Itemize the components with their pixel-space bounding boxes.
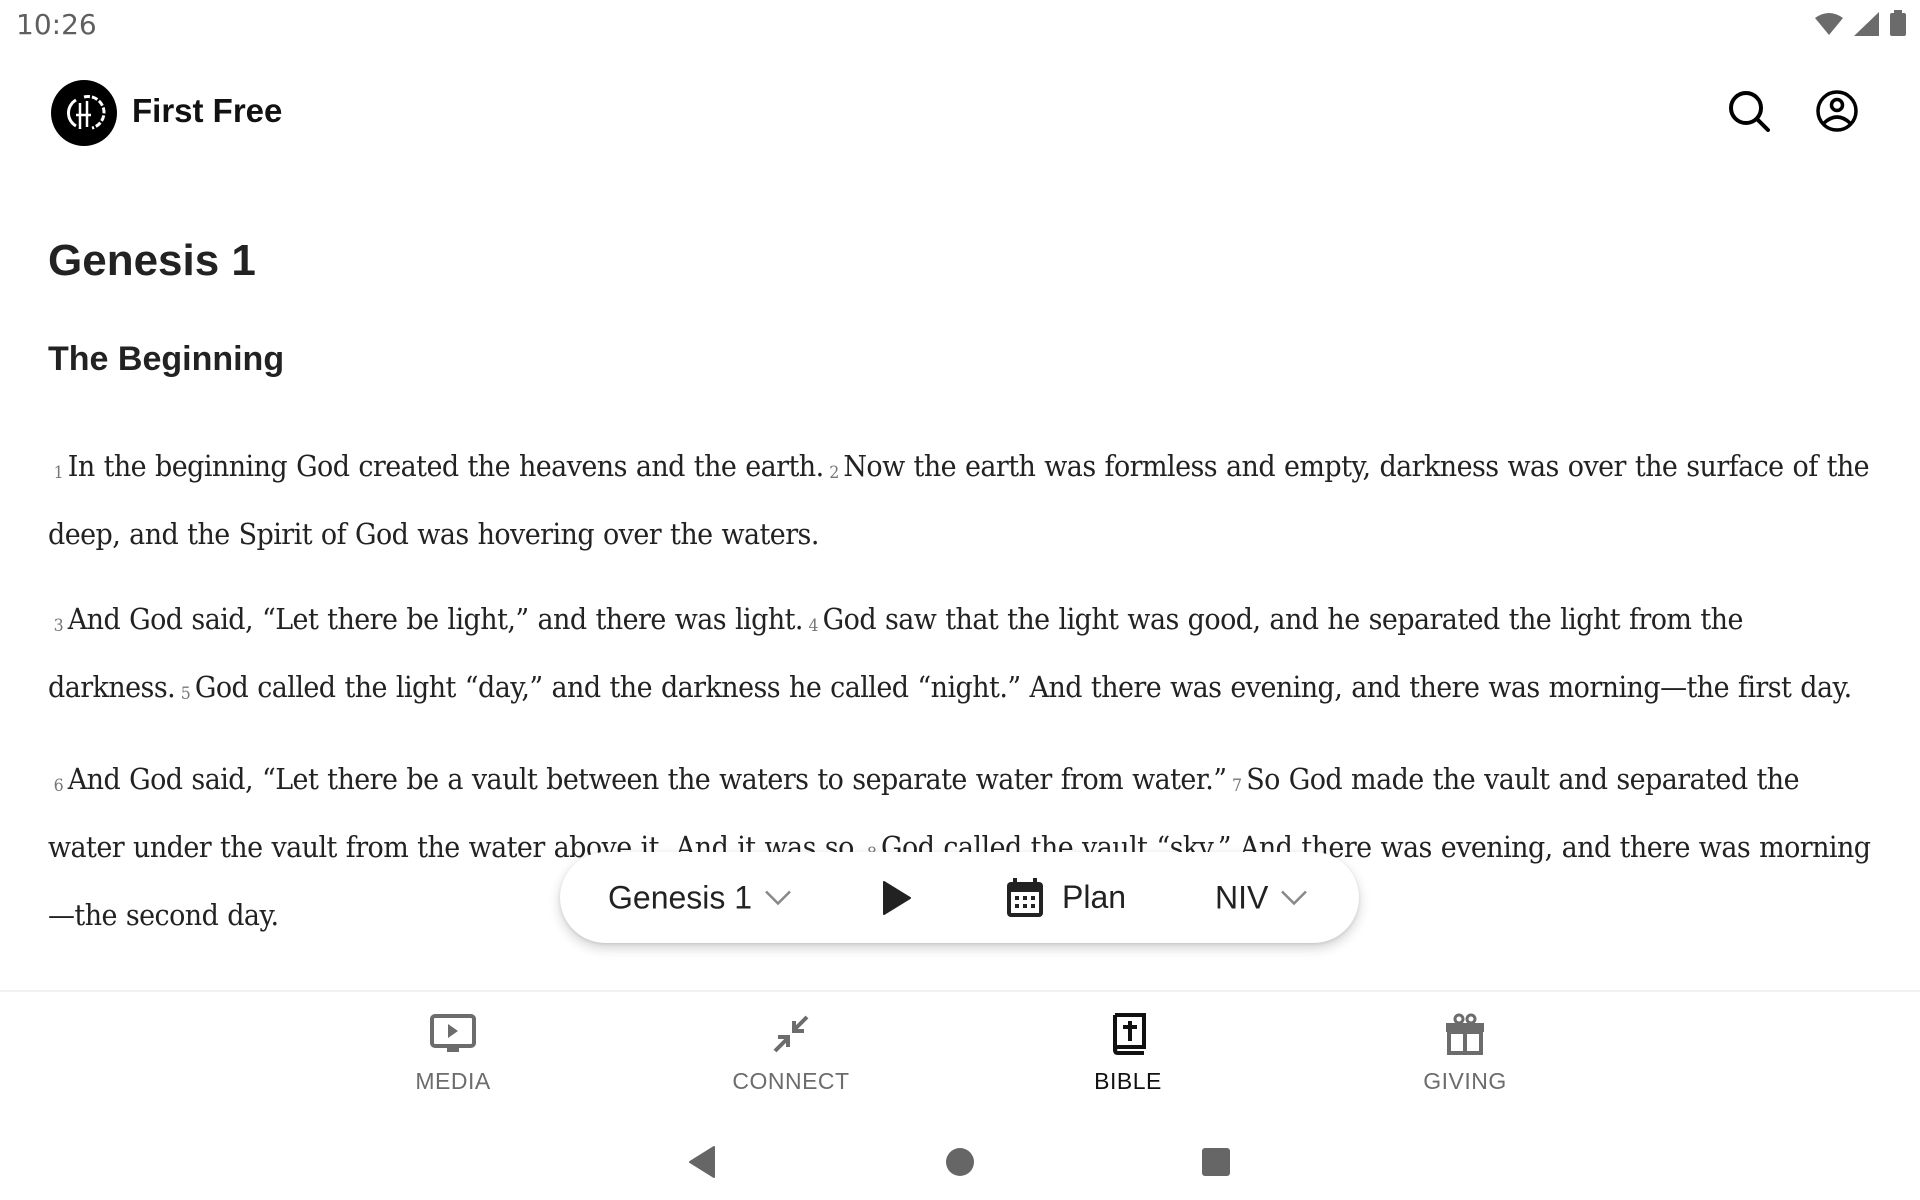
chapter-title: Genesis 1	[48, 236, 256, 285]
church-logo[interactable]	[51, 80, 117, 146]
verse-number: 7	[1232, 776, 1242, 796]
gift-icon	[1446, 1013, 1484, 1055]
section-title: The Beginning	[48, 340, 285, 378]
nav-label-connect: CONNECT	[732, 1068, 850, 1094]
verse-text[interactable]: In the beginning God created the heavens…	[68, 449, 824, 483]
plan-label: Plan	[1062, 879, 1127, 915]
nav-label-media: MEDIA	[415, 1068, 491, 1094]
verse-number: 6	[53, 776, 64, 796]
system-back-button[interactable]	[672, 1132, 732, 1192]
verse-text[interactable]: God called the light “day,” and the dark…	[195, 670, 1852, 704]
play-icon	[883, 880, 911, 915]
logo-icon	[66, 95, 106, 130]
calendar-icon	[1007, 877, 1043, 917]
status-bar: 10:26	[0, 0, 1920, 50]
cell-signal-icon	[1854, 12, 1879, 36]
back-triangle-icon	[689, 1146, 715, 1178]
verse-number: 5	[180, 684, 191, 704]
bottom-nav: MEDIA CONNECT BIBLE GIVING	[0, 990, 1920, 1098]
app-title: First Free	[132, 92, 283, 129]
system-recents-button[interactable]	[1186, 1132, 1246, 1192]
verse-number: 1	[53, 463, 64, 483]
verse-text[interactable]: And God said, “Let there be a vault betw…	[68, 762, 1227, 796]
nav-label-giving: GIVING	[1423, 1068, 1507, 1094]
verse-number: 4	[808, 616, 819, 636]
nav-tab-connect[interactable]: CONNECT	[691, 992, 891, 1100]
play-button[interactable]	[882, 880, 912, 915]
header-actions	[1726, 88, 1860, 134]
system-home-button[interactable]	[930, 1132, 990, 1192]
verse-number: 2	[829, 463, 839, 483]
wifi-icon	[1815, 13, 1843, 35]
search-button[interactable]	[1726, 88, 1772, 134]
nav-label-bible: BIBLE	[1094, 1068, 1162, 1094]
nav-tab-giving[interactable]: GIVING	[1365, 992, 1565, 1100]
app-header: First Free	[0, 70, 1920, 156]
verse-paragraph: 1 In the beginning God created the heaven…	[48, 436, 1875, 565]
chapter-select[interactable]: Genesis 1	[608, 879, 792, 916]
status-time: 10:26	[16, 8, 97, 41]
bible-book-icon	[1112, 1013, 1146, 1055]
chapter-select-label: Genesis 1	[608, 879, 753, 915]
nav-tab-media[interactable]: MEDIA	[353, 992, 553, 1100]
verse-paragraph: 3 And God said, “Let there be light,” and…	[48, 589, 1875, 725]
bible-reader: Genesis 1 The Beginning 1 In the beginnin…	[48, 236, 1878, 946]
home-circle-icon	[946, 1148, 974, 1176]
verse-number: 3	[53, 616, 64, 636]
version-select[interactable]: NIV	[1215, 879, 1308, 916]
recents-square-icon	[1202, 1148, 1230, 1176]
nav-tab-bible[interactable]: BIBLE	[1028, 992, 1228, 1100]
battery-icon	[1890, 10, 1906, 36]
account-circle-icon	[1816, 90, 1858, 132]
status-icons	[1814, 10, 1906, 36]
arrows-inward-icon	[773, 1015, 809, 1053]
system-nav	[0, 1110, 1920, 1200]
chevron-down-icon	[765, 890, 791, 906]
verse-text[interactable]: And God said, “Let there be light,” and …	[68, 602, 804, 636]
reader-toolbar: Genesis 1 Plan NIV	[560, 852, 1359, 943]
search-icon	[1729, 91, 1770, 132]
account-button[interactable]	[1814, 88, 1860, 134]
plan-button[interactable]: Plan	[1006, 877, 1127, 918]
chevron-down-icon	[1281, 890, 1308, 906]
tv-play-icon	[430, 1014, 476, 1052]
version-select-label: NIV	[1215, 879, 1269, 915]
